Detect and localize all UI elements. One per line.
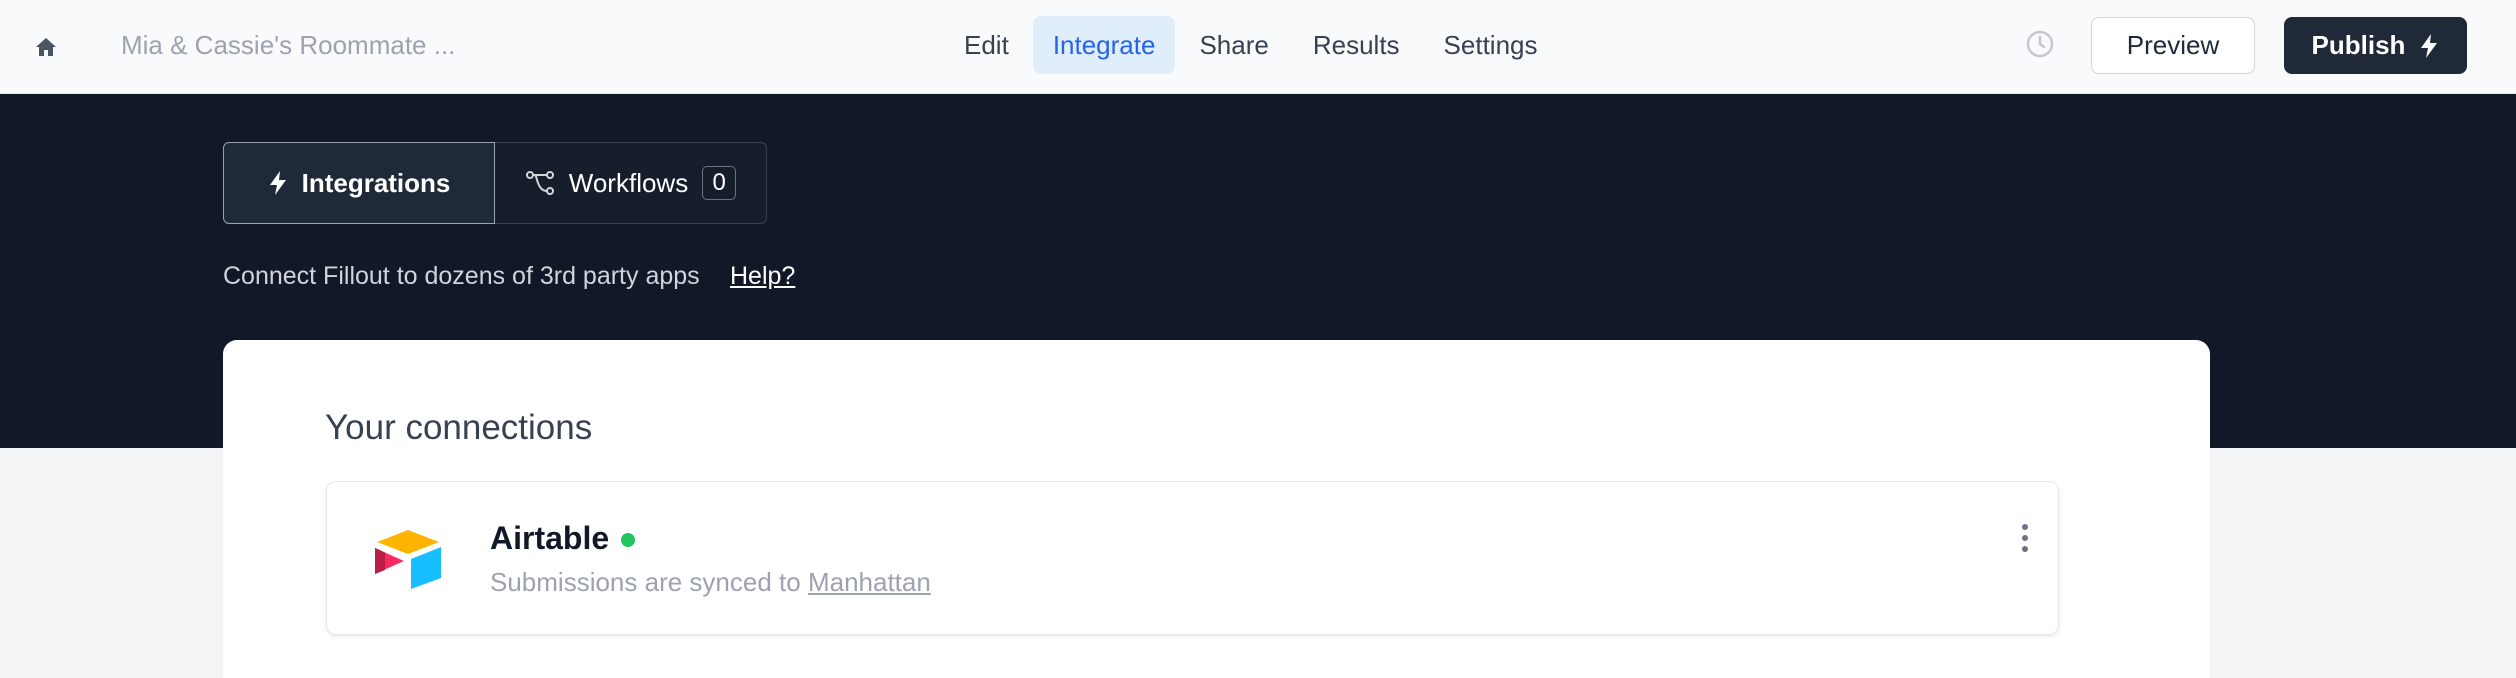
connections-title: Your connections	[325, 408, 593, 447]
publish-label: Publish	[2311, 30, 2406, 60]
help-link[interactable]: Help?	[730, 262, 795, 291]
integrations-subtitle: Connect Fillout to dozens of 3rd party a…	[223, 262, 700, 290]
tab-results[interactable]: Results	[1293, 16, 1420, 74]
home-button[interactable]	[26, 27, 66, 67]
workflows-count-badge: 0	[702, 166, 737, 200]
version-history-button[interactable]	[2022, 26, 2058, 62]
home-icon	[36, 38, 56, 56]
connection-base-link[interactable]: Manhattan	[808, 567, 931, 597]
publish-button[interactable]: Publish	[2284, 17, 2467, 74]
main-nav: Edit Integrate Share Results Settings	[944, 16, 1558, 74]
workflows-label: Workflows	[568, 167, 689, 198]
connection-description: Submissions are synced to Manhattan	[490, 567, 931, 598]
tab-integrate[interactable]: Integrate	[1032, 16, 1176, 74]
integrations-tab-button[interactable]: Integrations	[223, 142, 495, 224]
connections-card: Your connections Airtable Submissions ar…	[223, 340, 2210, 678]
connection-description-text: Submissions are synced to	[490, 567, 801, 597]
lightning-icon	[2421, 33, 2438, 58]
preview-button[interactable]: Preview	[2091, 17, 2255, 74]
top-bar: Mia & Cassie's Roommate ... Edit Integra…	[0, 0, 2516, 94]
connection-item-airtable[interactable]: Airtable Submissions are synced to Manha…	[326, 481, 2059, 635]
history-icon	[2026, 30, 2054, 58]
tab-share[interactable]: Share	[1179, 16, 1288, 74]
airtable-logo	[375, 530, 441, 589]
form-title[interactable]: Mia & Cassie's Roommate ...	[121, 30, 455, 61]
connection-name: Airtable	[490, 520, 610, 556]
workflow-icon	[525, 171, 554, 195]
more-vertical-icon[interactable]	[2007, 518, 2043, 558]
integrations-workflows-toggle: Integrations Workflows 0	[223, 142, 767, 224]
lightning-icon	[269, 171, 286, 195]
tab-settings[interactable]: Settings	[1424, 16, 1558, 74]
integrations-label: Integrations	[301, 167, 451, 198]
connection-status-dot	[621, 533, 635, 547]
tab-edit[interactable]: Edit	[944, 16, 1029, 74]
workflows-tab-button[interactable]: Workflows 0	[495, 142, 767, 224]
